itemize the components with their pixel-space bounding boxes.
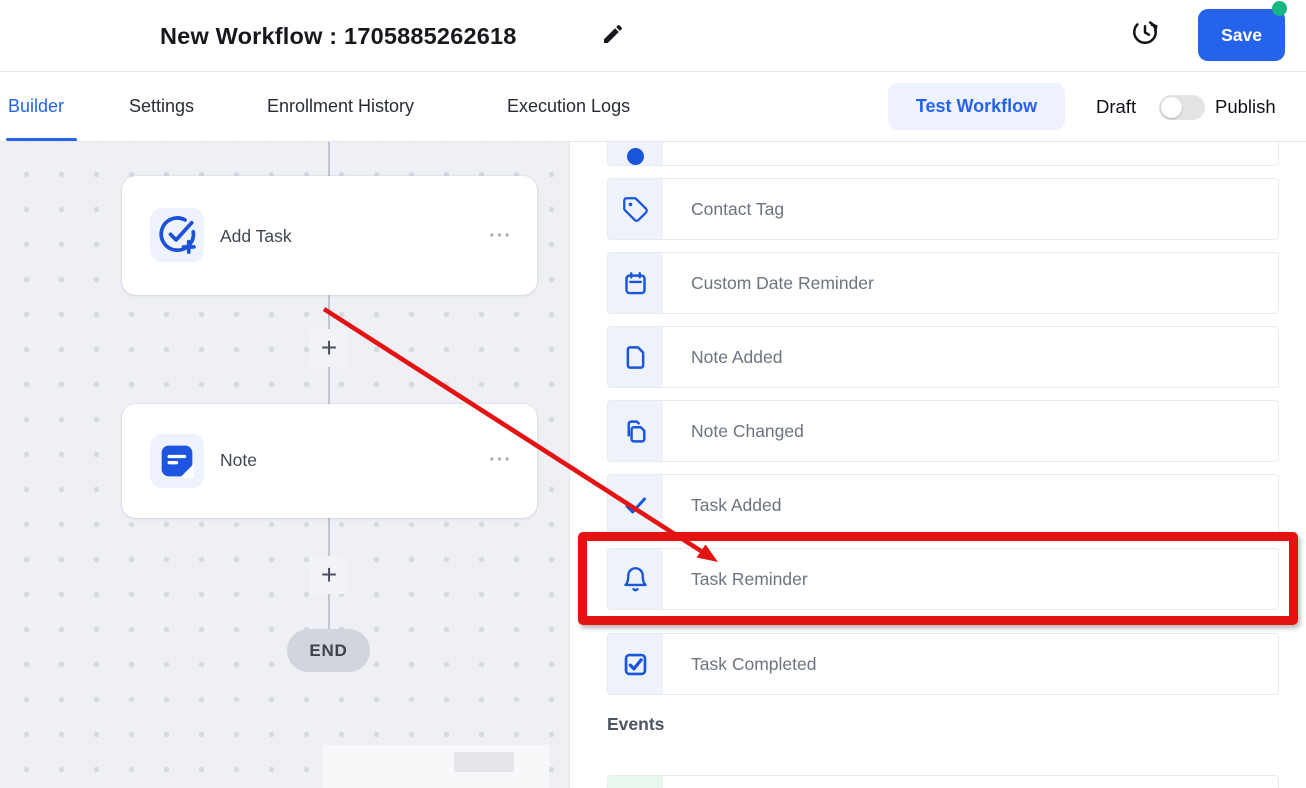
- list-item-partial[interactable]: [607, 142, 1279, 166]
- publish-label: Publish: [1215, 96, 1276, 117]
- trigger-label: Note Added: [691, 346, 783, 367]
- node-menu-ellipsis[interactable]: ⋯: [488, 223, 513, 246]
- event-icon-tile: [608, 776, 663, 788]
- list-item-note-added[interactable]: Note Added: [607, 326, 1279, 388]
- check-icon: [625, 497, 646, 513]
- trigger-label: Note Changed: [691, 420, 804, 441]
- file-icon: [626, 345, 645, 369]
- trigger-label: Task Completed: [691, 653, 817, 674]
- workflow-canvas[interactable]: Add Task ⋯ + Note ⋯ + END: [0, 142, 570, 788]
- draft-label: Draft: [1096, 96, 1137, 117]
- header: New Workflow : 1705885262618 Save: [0, 0, 1306, 72]
- note-icon: [161, 445, 194, 478]
- list-item-event-partial[interactable]: [607, 775, 1279, 788]
- workflow-builder-page: New Workflow : 1705885262618 Save Builde…: [0, 0, 1306, 788]
- node-label: Note: [220, 450, 257, 470]
- tab-enrollment-history[interactable]: Enrollment History: [267, 72, 414, 141]
- tag-icon: [623, 196, 648, 222]
- node-note[interactable]: Note ⋯: [122, 404, 537, 518]
- trigger-icon-tile: [608, 327, 663, 387]
- active-tab-underline: [6, 138, 77, 141]
- node-label: Add Task: [220, 226, 292, 246]
- trigger-icon-tile: [608, 634, 663, 694]
- end-node: END: [287, 629, 370, 672]
- tab-execution-logs[interactable]: Execution Logs: [507, 72, 630, 141]
- trigger-label: Task Reminder: [691, 568, 808, 589]
- list-item-note-changed[interactable]: Note Changed: [607, 400, 1279, 462]
- toggle-knob: [1161, 97, 1182, 118]
- list-item-contact-tag[interactable]: Contact Tag: [607, 178, 1279, 240]
- task-add-icon: [159, 216, 196, 254]
- unsaved-changes-badge: [1272, 1, 1287, 16]
- edit-pencil-icon[interactable]: [601, 22, 625, 46]
- trigger-icon-tile: [608, 179, 663, 239]
- tab-bar: Builder Settings Enrollment History Exec…: [0, 72, 1306, 142]
- tab-builder[interactable]: Builder: [8, 72, 64, 141]
- test-workflow-button[interactable]: Test Workflow: [888, 83, 1065, 130]
- trigger-label: Task Added: [691, 494, 782, 515]
- add-step-button[interactable]: +: [310, 556, 348, 594]
- trigger-icon-tile: [608, 401, 663, 461]
- list-item-task-completed[interactable]: Task Completed: [607, 633, 1279, 695]
- list-item-task-reminder[interactable]: Task Reminder: [607, 548, 1279, 610]
- partial-icon: [627, 147, 644, 165]
- tab-settings[interactable]: Settings: [129, 72, 194, 141]
- checkbox-icon: [624, 653, 647, 675]
- calendar-icon: [625, 271, 646, 294]
- save-button[interactable]: Save: [1198, 9, 1285, 61]
- history-clock-icon[interactable]: [1130, 17, 1160, 47]
- trigger-label: Custom Date Reminder: [691, 272, 874, 293]
- copy-icon: [627, 419, 646, 443]
- trigger-icon-tile: [608, 475, 663, 535]
- plus-icon: +: [320, 559, 338, 590]
- plus-icon: +: [320, 332, 338, 363]
- events-heading: Events: [607, 714, 665, 734]
- node-menu-ellipsis[interactable]: ⋯: [488, 447, 513, 470]
- list-item-task-added[interactable]: Task Added: [607, 474, 1279, 536]
- add-step-button[interactable]: +: [310, 329, 348, 367]
- partial-bottom-element: [323, 745, 549, 788]
- trigger-list-panel: Contact Tag Custom Date Reminder Note Ad…: [570, 142, 1306, 788]
- node-icon-tile: [150, 208, 204, 262]
- placeholder-block: [454, 752, 514, 772]
- node-add-task[interactable]: Add Task ⋯: [122, 176, 537, 295]
- trigger-icon-tile: [608, 549, 663, 609]
- list-item-custom-date-reminder[interactable]: Custom Date Reminder: [607, 252, 1279, 314]
- bell-icon: [624, 566, 647, 591]
- publish-toggle[interactable]: [1159, 95, 1205, 120]
- node-icon-tile: [150, 434, 204, 488]
- trigger-icon-tile: [608, 142, 663, 165]
- page-title: New Workflow : 1705885262618: [160, 23, 517, 49]
- trigger-icon-tile: [608, 253, 663, 313]
- trigger-label: Contact Tag: [691, 198, 785, 219]
